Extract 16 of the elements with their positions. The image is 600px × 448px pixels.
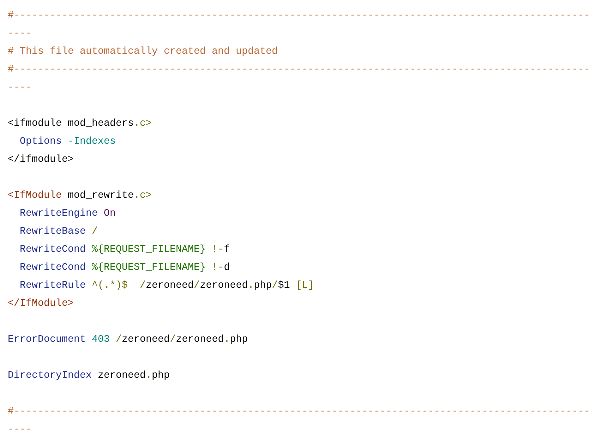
code-line: Options -Indexes [20, 136, 118, 150]
code-line: RewriteBase / [20, 226, 100, 240]
code-comment: #---------------------------------------------------------------------------------------------------- [8, 406, 590, 438]
code-comment: #---------------------------------------------------------------------------------------------------- [8, 64, 590, 96]
code-line: </ifmodule> [8, 154, 76, 168]
code-comment: # This file automatically created and updated [8, 46, 280, 60]
code-line: ErrorDocument 403 /zeroneed/zeroneed.php [8, 334, 250, 348]
code-line: RewriteEngine On [20, 208, 118, 222]
code-line: <ifmodule mod_headers.c> [8, 118, 154, 132]
code-line: RewriteCond %{REQUEST_FILENAME} !-f [20, 244, 232, 258]
code-line: </IfModule> [8, 298, 76, 312]
code-line: <IfModule mod_rewrite.c> [8, 190, 154, 204]
code-line: RewriteRule ^(.*)$ /zeroneed/zeroneed.php/$1 [L] [20, 280, 316, 294]
code-line: DirectoryIndex zeroneed.php [8, 370, 172, 384]
code-comment: #---------------------------------------------------------------------------------------------------- [8, 10, 590, 42]
code-line: RewriteCond %{REQUEST_FILENAME} !-d [20, 262, 232, 276]
